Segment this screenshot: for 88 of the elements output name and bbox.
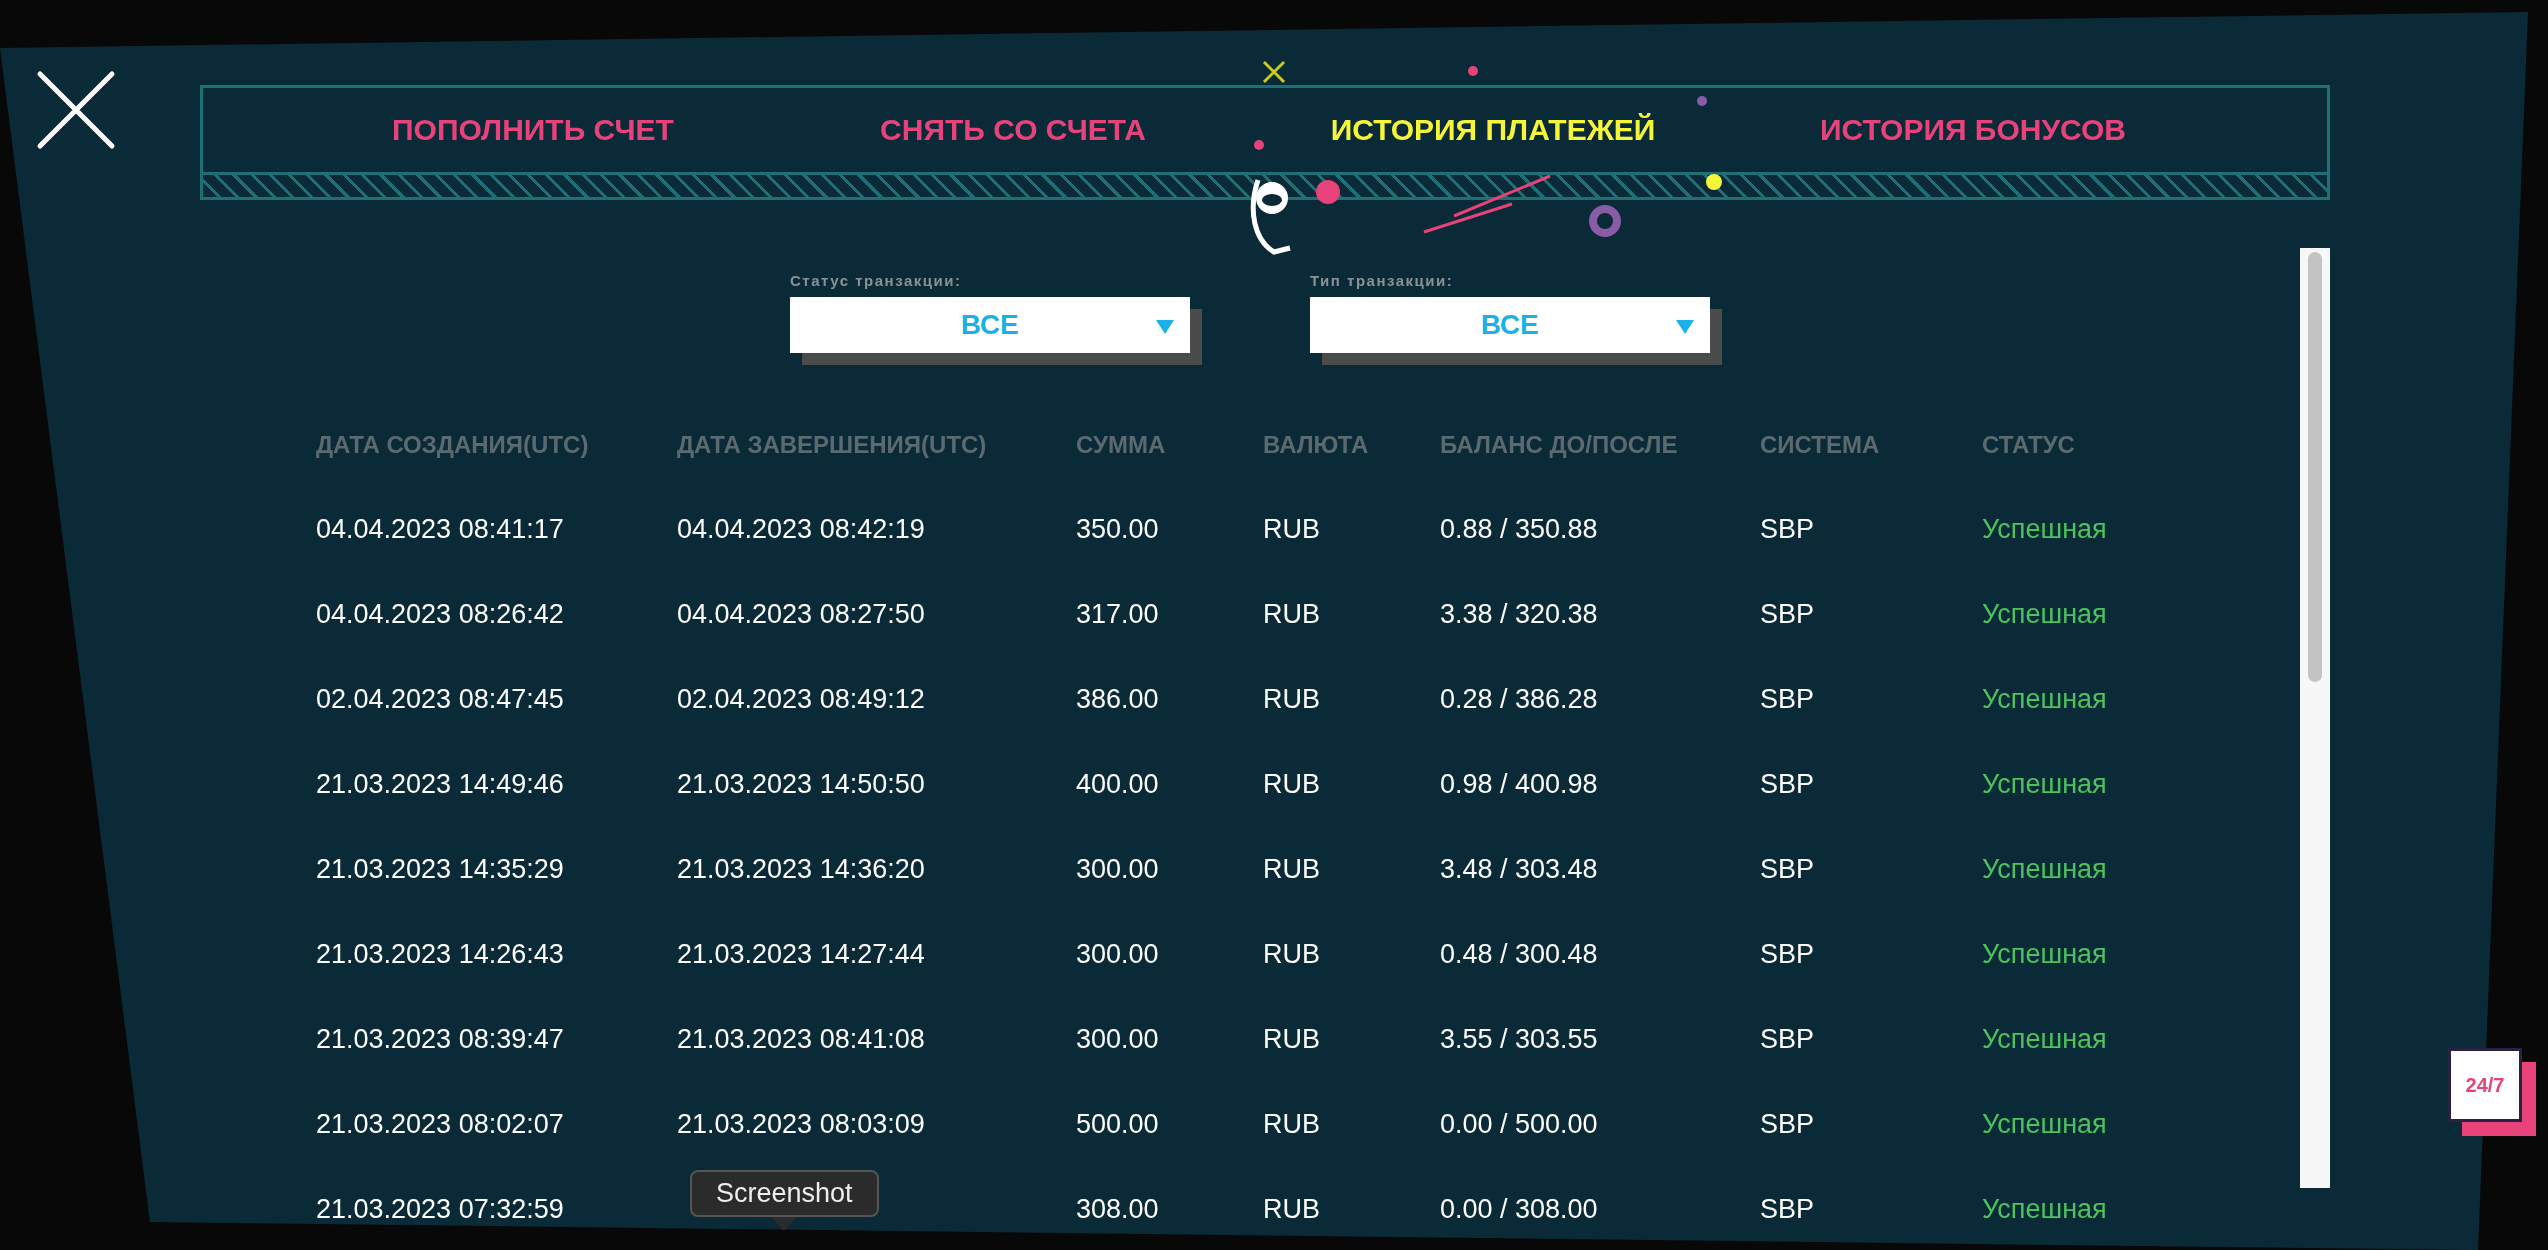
caret-icon <box>1676 320 1694 334</box>
table-cell: 21.03.2023 08:41:08 <box>677 1024 925 1054</box>
caret-icon <box>1156 320 1174 334</box>
close-icon[interactable] <box>36 70 116 150</box>
column-header: СУММА <box>1076 431 1167 459</box>
table-cell: Успешная <box>1982 1194 2107 1224</box>
column-header: СИСТЕМА <box>1760 431 1881 459</box>
ring-icon <box>1588 204 1622 238</box>
table-cell: 04.04.2023 08:41:17 <box>316 514 564 544</box>
filter-label: Тип транзакции: <box>1310 272 1455 289</box>
table-cell: Успешная <box>1982 684 2107 714</box>
table-cell: RUB <box>1263 1194 1320 1224</box>
cross-icon <box>1262 60 1286 84</box>
table-cell: 0.28 / 386.28 <box>1440 684 1598 714</box>
tab[interactable]: ИСТОРИЯ БОНУСОВ <box>1820 107 2126 153</box>
table-cell: 0.00 / 308.00 <box>1440 1194 1598 1224</box>
table-cell: 21.03.2023 14:49:46 <box>316 769 564 799</box>
table-cell: 300.00 <box>1076 854 1159 884</box>
table-cell: Успешная <box>1982 1109 2107 1139</box>
scrollbar-thumb[interactable] <box>2308 252 2322 682</box>
table-cell: Успешная <box>1982 854 2107 884</box>
tooltip-pointer-icon <box>771 1217 798 1231</box>
dot-icon <box>1706 174 1722 190</box>
table-cell: Успешная <box>1982 939 2107 969</box>
table-cell: 3.38 / 320.38 <box>1440 599 1598 629</box>
table-cell: 308.00 <box>1076 1194 1159 1224</box>
table-cell: 400.00 <box>1076 769 1159 799</box>
table-cell: Успешная <box>1982 769 2107 799</box>
table-cell: RUB <box>1263 514 1320 544</box>
table-cell: SBP <box>1760 1024 1815 1054</box>
filter-label: Статус транзакции: <box>790 272 963 289</box>
table-cell: 317.00 <box>1076 599 1159 629</box>
table-cell: 0.48 / 300.48 <box>1440 939 1598 969</box>
table-cell: SBP <box>1760 514 1815 544</box>
tab[interactable]: СНЯТЬ СО СЧЕТА <box>880 107 1146 153</box>
table-cell: Успешная <box>1982 514 2107 544</box>
table-cell: SBP <box>1760 769 1815 799</box>
table-cell: RUB <box>1263 1109 1320 1139</box>
table-cell: 21.03.2023 08:39:47 <box>316 1024 564 1054</box>
table-cell: 386.00 <box>1076 684 1159 714</box>
table-cell: 3.48 / 303.48 <box>1440 854 1598 884</box>
table-cell: RUB <box>1263 769 1320 799</box>
table-cell: 0.00 / 500.00 <box>1440 1109 1598 1139</box>
tab[interactable]: ПОПОЛНИТЬ СЧЕТ <box>392 107 674 153</box>
table-cell: 21.03.2023 14:26:43 <box>316 939 564 969</box>
table-cell: 02.04.2023 08:49:12 <box>677 684 925 714</box>
table-cell: 300.00 <box>1076 939 1159 969</box>
column-header: СТАТУС <box>1982 431 2076 459</box>
dot-icon <box>1254 140 1264 150</box>
table-cell: 04.04.2023 08:27:50 <box>677 599 925 629</box>
table-cell: 3.55 / 303.55 <box>1440 1024 1598 1054</box>
dot-icon <box>1316 180 1340 204</box>
table-cell: SBP <box>1760 939 1815 969</box>
table-cell: RUB <box>1263 1024 1320 1054</box>
column-header: ДАТА СОЗДАНИЯ(UTC) <box>316 431 590 459</box>
table-cell: 500.00 <box>1076 1109 1159 1139</box>
table-cell: Успешная <box>1982 1024 2107 1054</box>
table-cell: 02.04.2023 08:47:45 <box>316 684 564 714</box>
table-cell: 04.04.2023 08:26:42 <box>316 599 564 629</box>
table-cell: SBP <box>1760 684 1815 714</box>
table-cell: SBP <box>1760 854 1815 884</box>
dot-icon <box>1468 66 1478 76</box>
table-cell: RUB <box>1263 854 1320 884</box>
table-cell: 21.03.2023 14:36:20 <box>677 854 925 884</box>
table-cell: 350.00 <box>1076 514 1159 544</box>
table-cell: 0.88 / 350.88 <box>1440 514 1598 544</box>
table-cell: 0.98 / 400.98 <box>1440 769 1598 799</box>
table-cell: 04.04.2023 08:42:19 <box>677 514 925 544</box>
table-cell: Успешная <box>1982 599 2107 629</box>
table-cell: 21.03.2023 07:32:59 <box>316 1194 564 1224</box>
table-cell: RUB <box>1263 939 1320 969</box>
table-cell: RUB <box>1263 684 1320 714</box>
table-cell: SBP <box>1760 599 1815 629</box>
table-cell: 21.03.2023 14:50:50 <box>677 769 925 799</box>
table-cell: 21.03.2023 14:27:44 <box>677 939 925 969</box>
table-cell: 21.03.2023 14:35:29 <box>316 854 564 884</box>
column-header: ВАЛЮТА <box>1263 431 1370 459</box>
column-header: БАЛАНС ДО/ПОСЛЕ <box>1440 431 1679 459</box>
table-cell: 21.03.2023 08:03:09 <box>677 1109 925 1139</box>
dot-icon <box>1697 96 1707 106</box>
column-header: ДАТА ЗАВЕРШЕНИЯ(UTC) <box>677 431 988 459</box>
table-cell: 300.00 <box>1076 1024 1159 1054</box>
table-cell: SBP <box>1760 1109 1815 1139</box>
scrollbar[interactable] <box>2300 248 2330 1188</box>
table-cell: RUB <box>1263 599 1320 629</box>
table-cell: 21.03.2023 08:02:07 <box>316 1109 564 1139</box>
tab[interactable]: ИСТОРИЯ ПЛАТЕЖЕЙ <box>1330 107 1656 153</box>
table-cell: SBP <box>1760 1194 1815 1224</box>
